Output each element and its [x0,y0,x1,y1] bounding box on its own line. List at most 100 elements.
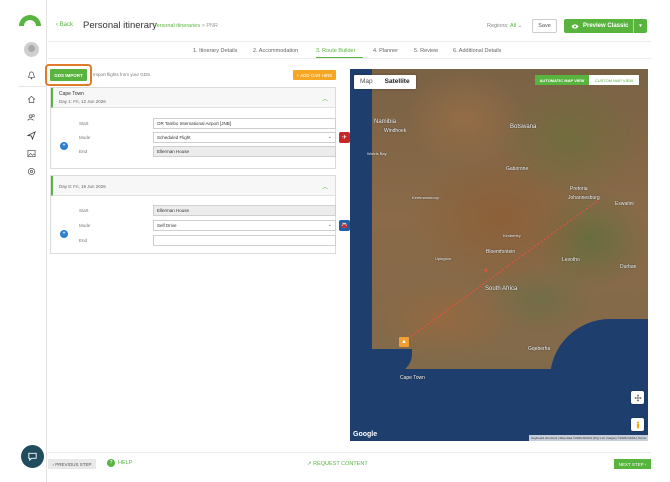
users-icon[interactable] [27,113,36,122]
route-map[interactable]: ▲ ✈ Map Satellite AUTOMATIC MAP VIEW CUS… [350,69,648,441]
map-label: Upington [435,256,452,261]
segment-header[interactable]: Day 8: Fri, 19 Jun 2026 ︿ [51,176,335,196]
flight-icon[interactable]: ✈ [339,132,350,143]
car-icon[interactable]: 🚘 [339,220,350,231]
save-button[interactable]: Save [532,19,557,33]
segment-header[interactable]: Cape Town Day 1: Fri, 12 Jun 2026 ︿ [51,88,335,108]
help-icon: ? [107,459,115,467]
preview-classic-button[interactable]: Preview Classic ▾ [564,19,647,33]
map-type-map[interactable]: Map [354,75,379,89]
map-label: Lesotho [562,257,580,263]
step-accommodation[interactable]: 2. Accommodation [253,48,298,54]
request-content-link[interactable]: ↗ REQUEST CONTENT [307,461,368,467]
regions-selector[interactable]: Regions: All ⌄ [487,23,522,29]
regions-label: Regions: [487,23,509,29]
logo [19,15,41,26]
map-label: Eswatini [615,201,634,207]
home-icon[interactable] [27,95,36,104]
custom-map-view-button[interactable]: CUSTOM MAP VIEW [589,75,639,85]
transport-mode-value: Self Drive [157,223,177,228]
route-segment-card: Cape Town Day 1: Fri, 12 Jun 2026 ︿ Star… [50,87,350,169]
map-label: South Africa [485,286,518,292]
map-marker[interactable]: ▲ [399,337,409,347]
map-label: Botswana [510,124,537,130]
chat-icon[interactable] [21,445,44,468]
route-segment-card: Day 8: Fri, 19 Jun 2026 ︿ Start Ellerman… [50,175,350,254]
transport-mode-select[interactable]: Self Drive ⌄ [153,220,336,231]
fullscreen-icon[interactable] [631,391,644,404]
wizard-steps: 1. Itinerary Details 2. Accommodation 3.… [48,43,651,59]
sidebar-divider [18,86,47,87]
step-review[interactable]: 5. Review [414,48,438,54]
collapse-chevron-icon[interactable]: ︿ [322,94,328,103]
bell-icon[interactable] [27,71,36,80]
eye-icon [571,23,579,29]
start-label: Start [79,208,89,213]
help-label: HELP [118,460,133,466]
sidebar [0,0,47,482]
send-icon[interactable] [27,131,36,140]
end-location-field[interactable] [153,235,336,246]
regions-value: All [509,23,517,29]
chevron-down-icon: ⌄ [327,222,332,228]
add-stop-icon[interactable]: + [60,230,68,238]
google-logo: Google [353,431,378,438]
map-label: Walvis Bay [367,151,387,156]
preview-classic-label: Preview Classic [583,23,629,29]
footer-bar: ‹ PREVIOUS STEP ? HELP ↗ REQUEST CONTENT… [48,452,651,474]
chevron-down-icon: ⌄ [517,23,523,29]
transport-mode-select[interactable]: Scheduled Flight ⌄ [153,132,336,143]
help-link[interactable]: ? HELP [107,459,132,467]
page-title: Personal itinerary [83,20,157,31]
end-label: End [79,238,88,243]
settings-icon[interactable] [27,167,36,176]
start-location-field[interactable]: Ellerman House [153,205,336,216]
map-label: Johannesburg [568,195,600,201]
image-icon[interactable] [27,149,36,158]
map-type-toggle: Map Satellite [354,75,416,89]
transport-mode-value: Scheduled Flight [157,135,191,140]
map-label: Windhoek [384,128,407,134]
end-location-field[interactable]: Ellerman House [153,146,336,157]
chevron-down-icon: ⌄ [327,134,332,140]
map-label: Gqeberha [528,346,551,352]
add-car-hire-button[interactable]: + ADD CAR HIRE [293,70,336,80]
map-label: Kimberley [503,233,521,238]
map-label: Durban [620,264,637,270]
map-type-satellite[interactable]: Satellite [379,75,416,89]
map-attribution[interactable]: Keyboard shortcuts | Map data ©2026 Afri… [529,435,648,441]
avatar[interactable] [24,42,39,57]
map-label: Cape Town [400,375,425,381]
gds-import-note: Import flights from your GDS. [93,72,152,77]
step-route-builder[interactable]: 3. Route Builder [316,48,355,54]
active-step-underline [316,57,363,58]
next-step-button[interactable]: NEXT STEP › [614,459,651,469]
map-label: Gaborone [506,166,529,172]
map-label: Keetmanshoop [412,195,439,200]
header-bar: ‹ Back Personal itinerary Personal itine… [48,10,651,42]
step-itinerary-details[interactable]: 1. Itinerary Details [193,48,237,54]
preview-dropdown-caret-icon[interactable]: ▾ [633,19,647,33]
breadcrumb-current: PNR [206,23,218,29]
collapse-chevron-icon[interactable]: ︿ [322,182,328,191]
add-stop-icon[interactable]: + [60,142,68,150]
gds-import-button[interactable]: GDS IMPORT [50,69,87,81]
breadcrumb-parent-link[interactable]: Personal itineraries [153,23,200,29]
step-additional-details[interactable]: 6. Additional Details [453,48,501,54]
end-label: End [79,149,88,154]
start-location-field[interactable]: OR Tambo International Airport [JNB] [153,118,336,129]
automatic-map-view-button[interactable]: AUTOMATIC MAP VIEW [535,75,589,85]
map-label: Namibia [374,119,397,125]
segment-place: Cape Town [59,91,84,97]
street-view-pegman-icon[interactable] [631,418,644,431]
map-label: Pretoria [570,186,588,192]
back-link[interactable]: ‹ Back [56,22,73,28]
step-planner[interactable]: 4. Planner [373,48,398,54]
mode-label: Mode [79,223,91,228]
start-label: Start [79,121,89,126]
mode-label: Mode [79,135,91,140]
flight-path-icon: ✈ [483,268,489,275]
segment-day: Day 1: Fri, 12 Jun 2026 [59,99,106,104]
previous-step-button[interactable]: ‹ PREVIOUS STEP [48,459,96,469]
map-label: Bloemfontein [486,249,516,255]
